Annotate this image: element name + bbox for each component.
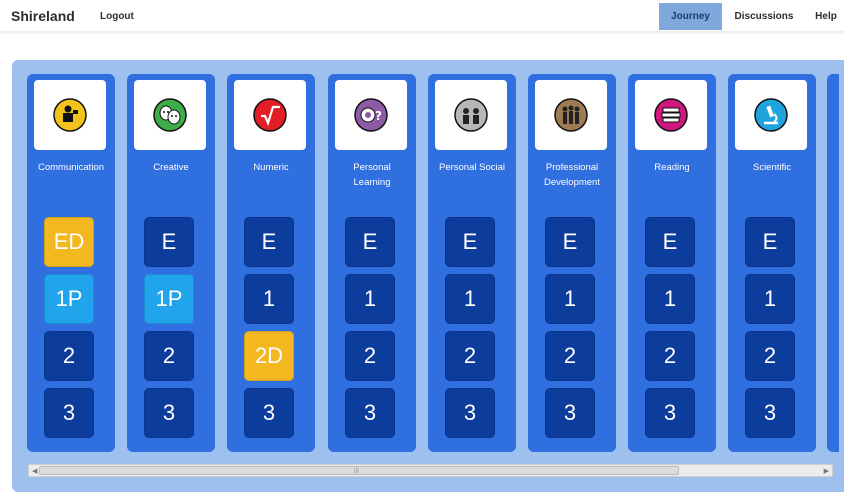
level-tile[interactable]: E <box>144 217 194 267</box>
reading-books-icon[interactable] <box>635 80 707 150</box>
column-personal-social: Personal Social E 1 2 3 <box>428 74 516 452</box>
svg-text:?: ? <box>375 109 382 123</box>
level-tile[interactable]: 3 <box>345 388 395 438</box>
column-label: Creative <box>127 160 215 175</box>
column-personal-learning: ? Personal Learning E 1 2 3 <box>328 74 416 452</box>
level-tile[interactable]: 1 <box>445 274 495 324</box>
top-bar-shadow <box>0 31 844 35</box>
level-tile[interactable]: ED <box>44 217 94 267</box>
level-tile[interactable]: 3 <box>745 388 795 438</box>
column-label-line: Numeric <box>253 162 289 173</box>
column-label-line: Reading <box>654 162 690 173</box>
column-label-line: Personal Social <box>438 162 505 173</box>
professional-development-icon[interactable] <box>535 80 607 150</box>
level-tile[interactable]: 1 <box>244 274 294 324</box>
nav-help[interactable]: Help <box>808 3 844 30</box>
scientific-microscope-icon[interactable] <box>735 80 807 150</box>
level-tile[interactable]: 2 <box>345 331 395 381</box>
scroll-right-arrow-icon[interactable]: ▶ <box>824 467 829 475</box>
personal-learning-icon[interactable]: ? <box>335 80 407 150</box>
column-label: Communication <box>27 160 115 175</box>
level-tile[interactable]: 3 <box>645 388 695 438</box>
column-label-line: Communication <box>38 162 104 173</box>
level-tile[interactable]: 2 <box>445 331 495 381</box>
level-tile[interactable]: 1 <box>545 274 595 324</box>
level-tile[interactable]: 2 <box>645 331 695 381</box>
level-tile[interactable]: 2 <box>144 331 194 381</box>
level-tile[interactable]: E <box>345 217 395 267</box>
level-tile[interactable]: 2D <box>244 331 294 381</box>
logout-link[interactable]: Logout <box>100 11 134 22</box>
journey-panel: Communication ED 1P 2 3 Creative E 1P 2 3 Numeric E… <box>12 60 844 492</box>
level-tile[interactable]: 2 <box>745 331 795 381</box>
column-label: Reading <box>628 160 716 175</box>
column-label: Personal Learning <box>328 160 416 190</box>
level-tile[interactable]: 1 <box>645 274 695 324</box>
level-tile[interactable]: 1 <box>345 274 395 324</box>
column-numeric: Numeric E 1 2D 3 <box>227 74 315 452</box>
level-tile[interactable]: E <box>645 217 695 267</box>
column-label-line: Development <box>544 177 600 188</box>
column-communication: Communication ED 1P 2 3 <box>27 74 115 452</box>
next-column-partial <box>827 74 839 452</box>
level-tile[interactable]: E <box>545 217 595 267</box>
level-tile[interactable]: E <box>745 217 795 267</box>
column-creative: Creative E 1P 2 3 <box>127 74 215 452</box>
level-tile[interactable]: 3 <box>545 388 595 438</box>
scrollbar-thumb[interactable]: ||| <box>39 466 679 475</box>
scrollbar-grip-icon: ||| <box>354 468 359 474</box>
column-label-line: Creative <box>153 162 189 173</box>
level-tile[interactable]: 2 <box>44 331 94 381</box>
level-tile[interactable]: 3 <box>445 388 495 438</box>
brand-logo-text: Shireland <box>11 8 75 24</box>
level-tile[interactable]: 1P <box>144 274 194 324</box>
level-tile[interactable]: 3 <box>44 388 94 438</box>
horizontal-scrollbar[interactable]: ◀ ||| ▶ <box>28 464 833 477</box>
numeric-sqrt-icon[interactable] <box>234 80 306 150</box>
level-tile[interactable]: E <box>244 217 294 267</box>
level-tile[interactable]: E <box>445 217 495 267</box>
column-label-line: Scientific <box>752 162 791 173</box>
top-bar: Shireland Logout Journey Discussions Hel… <box>0 0 844 31</box>
column-reading: Reading E 1 2 3 <box>628 74 716 452</box>
level-tile[interactable]: 2 <box>545 331 595 381</box>
column-label-line: Learning <box>353 177 391 188</box>
column-label-line: Personal <box>353 162 391 173</box>
column-label: Numeric <box>227 160 315 175</box>
level-tile[interactable]: 1 <box>745 274 795 324</box>
level-tile[interactable]: 3 <box>144 388 194 438</box>
column-label-line: Professional <box>545 162 599 173</box>
communication-icon[interactable] <box>34 80 106 150</box>
level-tile[interactable]: 3 <box>244 388 294 438</box>
column-label: Personal Social <box>428 160 516 175</box>
column-scientific: Scientific E 1 2 3 <box>728 74 816 452</box>
column-label: Scientific <box>728 160 816 175</box>
creative-masks-icon[interactable] <box>134 80 206 150</box>
nav-discussions[interactable]: Discussions <box>727 3 801 30</box>
column-professional-development: Professional Development E 1 2 3 <box>528 74 616 452</box>
scroll-left-arrow-icon[interactable]: ◀ <box>32 467 37 475</box>
level-tile[interactable]: 1P <box>44 274 94 324</box>
column-label: Professional Development <box>528 160 616 190</box>
personal-social-icon[interactable] <box>435 80 507 150</box>
nav-journey[interactable]: Journey <box>659 3 722 30</box>
